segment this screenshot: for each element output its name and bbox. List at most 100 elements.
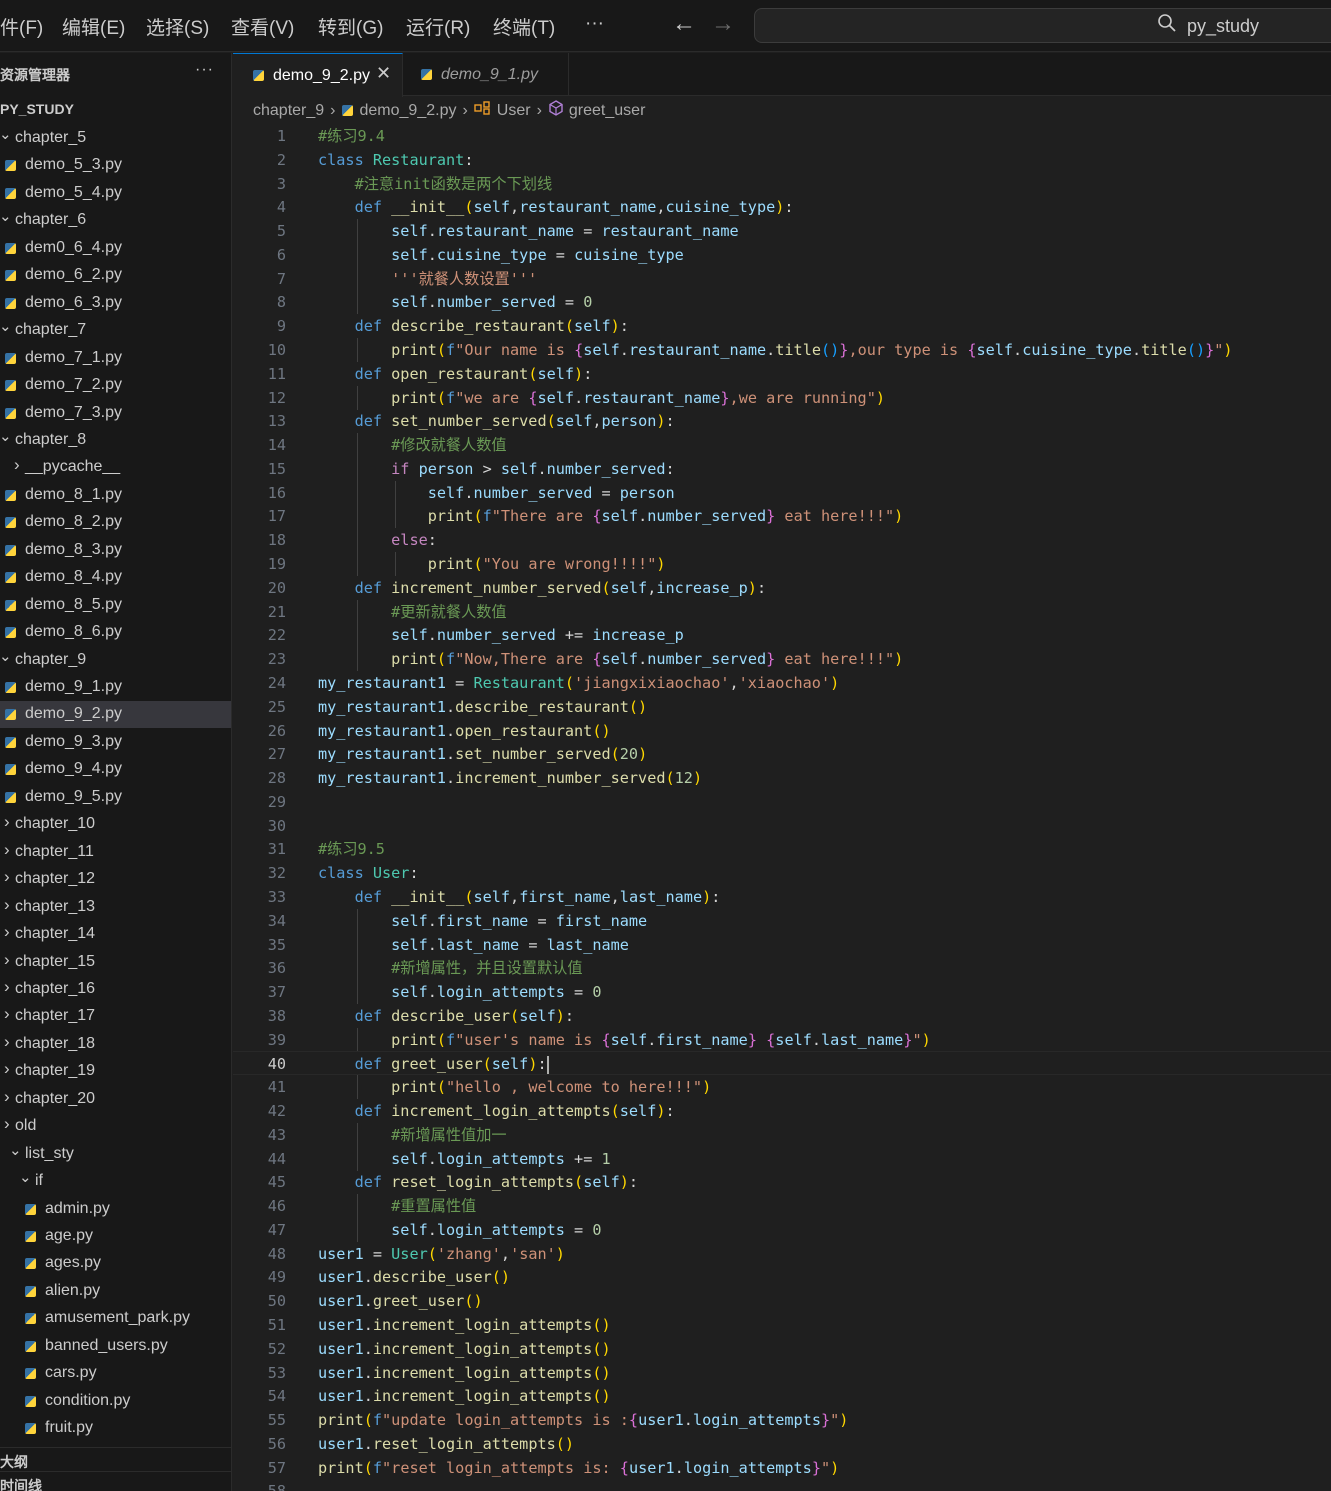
- code-line[interactable]: 32 class User:: [233, 861, 1331, 885]
- menu-item[interactable]: 查看(V): [231, 13, 294, 40]
- code-line[interactable]: 28 my_restaurant1.increment_number_served…: [233, 766, 1331, 790]
- code-line[interactable]: 33 def __init__(self,first_name,last_nam…: [233, 885, 1331, 909]
- code-line[interactable]: 58: [233, 1479, 1331, 1491]
- code-line[interactable]: 48 user1 = User('zhang','san'): [233, 1242, 1331, 1266]
- code-line[interactable]: 57 print(f"reset login_attempts is: {user…: [233, 1456, 1331, 1480]
- breadcrumb-class[interactable]: User: [497, 102, 531, 120]
- code-line[interactable]: 56 user1.reset_login_attempts(): [233, 1432, 1331, 1456]
- breadcrumb-folder[interactable]: chapter_9: [253, 102, 324, 120]
- file-item[interactable]: demo_7_2.py: [0, 372, 231, 399]
- file-item[interactable]: demo_9_2.py: [0, 701, 231, 729]
- folder-item[interactable]: ⌄ chapter_8: [0, 427, 231, 454]
- file-item[interactable]: demo_9_1.py: [0, 674, 231, 701]
- code-line[interactable]: 45 def reset_login_attempts(self):: [233, 1170, 1331, 1194]
- code-line[interactable]: 46 #重置属性值: [233, 1194, 1331, 1219]
- project-root[interactable]: PY_STUDY: [0, 101, 74, 117]
- file-item[interactable]: demo_6_2.py: [0, 262, 231, 289]
- menu-item[interactable]: 转到(G): [318, 13, 383, 40]
- file-item[interactable]: amusement_park.py: [0, 1305, 231, 1332]
- code-line[interactable]: 47 self.login_attempts = 0: [233, 1217, 1331, 1242]
- code-line[interactable]: 29: [233, 790, 1331, 814]
- code-line[interactable]: 2 class Restaurant:: [233, 148, 1331, 172]
- code-line[interactable]: 27 my_restaurant1.set_number_served(20): [233, 742, 1331, 766]
- code-line[interactable]: 50 user1.greet_user(): [233, 1289, 1331, 1313]
- file-item[interactable]: demo_5_4.py: [0, 180, 231, 207]
- folder-item[interactable]: › chapter_15: [0, 949, 231, 976]
- folder-item[interactable]: › chapter_13: [0, 894, 231, 921]
- more-menu-icon[interactable]: ···: [585, 13, 604, 35]
- code-line[interactable]: 20 def increment_number_served(self,incr…: [233, 576, 1331, 600]
- code-line[interactable]: 55 print(f"update login_attempts is :{use…: [233, 1408, 1331, 1432]
- code-line[interactable]: 19 print("You are wrong!!!!"): [233, 552, 1331, 577]
- code-line[interactable]: 44 self.login_attempts += 1: [233, 1146, 1331, 1171]
- folder-item[interactable]: › __pycache__: [0, 454, 231, 481]
- code-line[interactable]: 14 #修改就餐人数值: [233, 433, 1331, 458]
- code-line[interactable]: 22 self.number_served += increase_p: [233, 623, 1331, 648]
- code-line[interactable]: 38 def describe_user(self):: [233, 1004, 1331, 1028]
- code-line[interactable]: 17 print(f"There are {self.number_served…: [233, 504, 1331, 529]
- code-line[interactable]: 9 def describe_restaurant(self):: [233, 314, 1331, 338]
- code-line[interactable]: 42 def increment_login_attempts(self):: [233, 1099, 1331, 1123]
- file-item[interactable]: demo_8_2.py: [0, 509, 231, 536]
- code-line[interactable]: 15 if person > self.number_served:: [233, 456, 1331, 481]
- file-item[interactable]: demo_5_3.py: [0, 152, 231, 179]
- file-item[interactable]: demo_8_1.py: [0, 482, 231, 509]
- file-item[interactable]: admin.py: [0, 1196, 231, 1223]
- file-item[interactable]: fruit.py: [0, 1415, 231, 1442]
- code-line[interactable]: 16 self.number_served = person: [233, 480, 1331, 505]
- file-item[interactable]: demo_9_5.py: [0, 784, 231, 811]
- file-item[interactable]: demo_8_3.py: [0, 537, 231, 564]
- code-line[interactable]: 41 print("hello , welcome to here!!!"): [233, 1075, 1331, 1100]
- code-line[interactable]: 51 user1.increment_login_attempts(): [233, 1313, 1331, 1337]
- file-item[interactable]: demo_9_3.py: [0, 729, 231, 756]
- code-line[interactable]: 24 my_restaurant1 = Restaurant('jiangxixi…: [233, 671, 1331, 695]
- back-arrow-icon[interactable]: ←: [672, 10, 696, 38]
- folder-item[interactable]: ⌄ chapter_5: [0, 125, 231, 152]
- file-item[interactable]: alien.py: [0, 1278, 231, 1305]
- outline-section[interactable]: 大纲: [0, 1447, 231, 1470]
- code-line[interactable]: 25 my_restaurant1.describe_restaurant(): [233, 695, 1331, 719]
- code-line[interactable]: 26 my_restaurant1.open_restaurant(): [233, 719, 1331, 743]
- code-line[interactable]: 53 user1.increment_login_attempts(): [233, 1361, 1331, 1385]
- code-line[interactable]: 11 def open_restaurant(self):: [233, 362, 1331, 386]
- code-line[interactable]: 7 '''就餐人数设置''': [233, 266, 1331, 291]
- folder-item[interactable]: ⌄ chapter_7: [0, 317, 231, 344]
- folder-item[interactable]: › chapter_16: [0, 976, 231, 1003]
- code-line[interactable]: 34 self.first_name = first_name: [233, 908, 1331, 933]
- code-line[interactable]: 35 self.last_name = last_name: [233, 932, 1331, 957]
- forward-arrow-icon[interactable]: →: [711, 10, 735, 38]
- folder-item[interactable]: ⌄ chapter_6: [0, 207, 231, 234]
- folder-item[interactable]: ⌄ chapter_9: [0, 647, 231, 674]
- code-line[interactable]: 1 #练习9.4: [233, 124, 1331, 148]
- code-line[interactable]: 13 def set_number_served(self,person):: [233, 409, 1331, 433]
- file-item[interactable]: dem0_6_4.py: [0, 235, 231, 262]
- file-item[interactable]: demo_7_1.py: [0, 345, 231, 372]
- menu-item[interactable]: 运行(R): [406, 13, 470, 40]
- menu-item[interactable]: 编辑(E): [62, 13, 125, 40]
- code-line[interactable]: 5 self.restaurant_name = restaurant_name: [233, 219, 1331, 244]
- folder-item[interactable]: › chapter_20: [0, 1086, 231, 1113]
- menu-item[interactable]: 终端(T): [493, 13, 555, 40]
- code-editor[interactable]: 1 #练习9.4 2 class Restaurant: 3 #注意init函数是两个下…: [233, 124, 1331, 1491]
- tab-demo-9-1[interactable]: demo_9_1.py: [403, 53, 569, 96]
- folder-item[interactable]: › chapter_10: [0, 811, 231, 838]
- code-line[interactable]: 54 user1.increment_login_attempts(): [233, 1384, 1331, 1408]
- file-item[interactable]: demo_6_3.py: [0, 290, 231, 317]
- file-item[interactable]: demo_9_4.py: [0, 756, 231, 783]
- folder-item[interactable]: ⌄ if: [0, 1168, 231, 1195]
- code-line[interactable]: 4 def __init__(self,restaurant_name,cuis…: [233, 195, 1331, 219]
- code-line[interactable]: 3 #注意init函数是两个下划线: [233, 172, 1331, 196]
- code-line[interactable]: 31 #练习9.5: [233, 837, 1331, 861]
- code-line[interactable]: 12 print(f"we are {self.restaurant_name}…: [233, 385, 1331, 410]
- code-line[interactable]: 52 user1.increment_login_attempts(): [233, 1337, 1331, 1361]
- file-item[interactable]: demo_8_5.py: [0, 592, 231, 619]
- file-item[interactable]: age.py: [0, 1223, 231, 1250]
- folder-item[interactable]: › old: [0, 1113, 231, 1140]
- code-line[interactable]: 21 #更新就餐人数值: [233, 599, 1331, 624]
- code-line[interactable]: 40 def greet_user(self):: [233, 1051, 1331, 1076]
- file-item[interactable]: demo_8_4.py: [0, 564, 231, 591]
- breadcrumb-method[interactable]: greet_user: [569, 102, 646, 120]
- menu-item[interactable]: 件(F): [0, 13, 43, 40]
- file-item[interactable]: ages.py: [0, 1250, 231, 1277]
- folder-item[interactable]: › chapter_14: [0, 921, 231, 948]
